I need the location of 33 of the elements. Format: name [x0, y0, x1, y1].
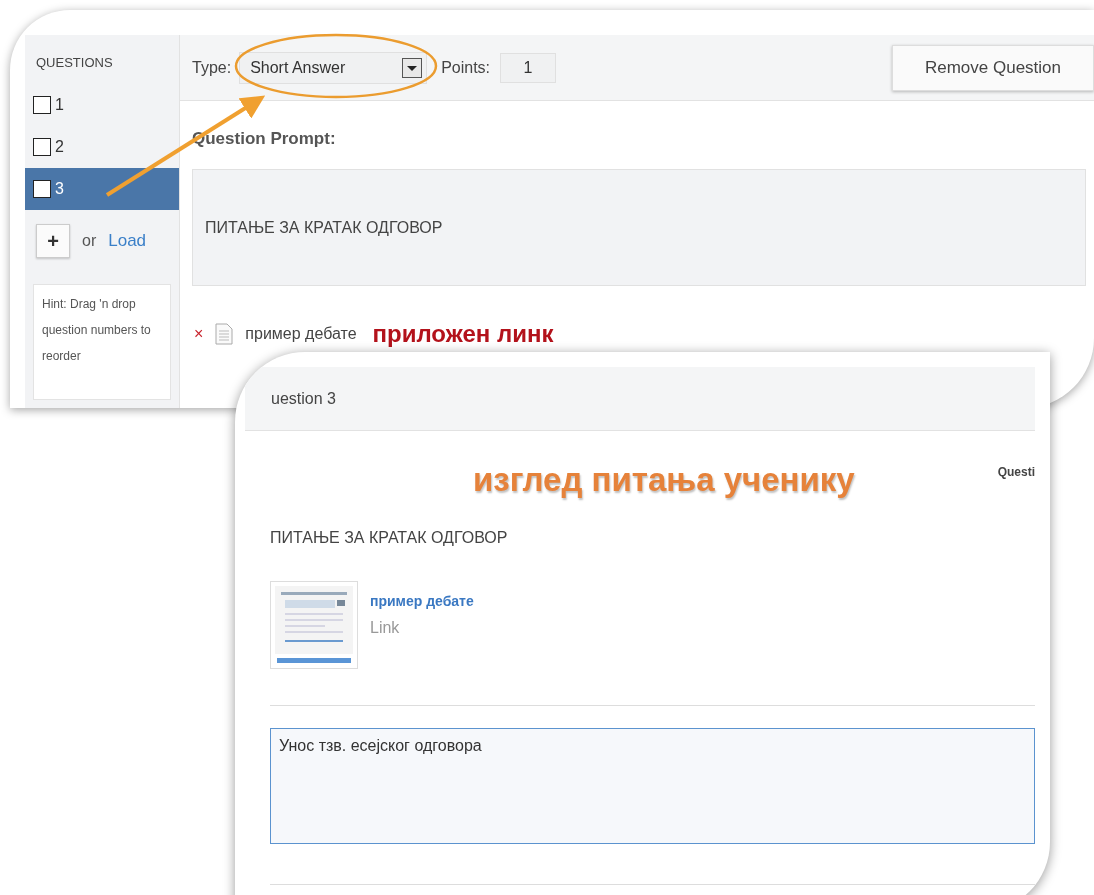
sidebar-title: QUESTIONS	[36, 55, 113, 70]
question-item[interactable]: 1	[25, 84, 179, 126]
question-item[interactable]: 3	[25, 168, 179, 210]
side-label: Questi	[997, 465, 1035, 479]
prompt-text: ПИТАЊЕ ЗА КРАТАК ОДГОВОР	[270, 529, 509, 547]
question-checkbox[interactable]	[33, 180, 51, 198]
document-icon	[215, 323, 234, 345]
link-type-label: Link	[370, 619, 401, 637]
add-question-button[interactable]: +	[36, 224, 70, 258]
dropdown-caret-icon[interactable]	[402, 57, 423, 78]
answer-field[interactable]: Унос тзв. есејског одговора	[270, 728, 1035, 844]
points-field[interactable]: 1	[500, 52, 557, 83]
link-title[interactable]: пример дебате	[370, 593, 474, 609]
question-checkbox[interactable]	[33, 138, 51, 156]
link-thumbnail[interactable]	[270, 581, 358, 669]
question-number: 1	[55, 96, 64, 114]
question-number: 2	[55, 138, 64, 156]
load-link[interactable]: Load	[108, 231, 147, 251]
remove-question-button[interactable]: Remove Question	[892, 44, 1094, 91]
points-label: Points:	[441, 58, 491, 77]
type-select[interactable]: Short Answer	[239, 51, 428, 84]
question-title: uestion 3	[271, 389, 336, 408]
prompt-field[interactable]: ПИТАЊЕ ЗА КРАТАК ОДГОВОР	[192, 169, 1086, 286]
or-text: or	[82, 232, 97, 250]
type-label: Type:	[192, 58, 232, 77]
question-number: 3	[55, 180, 64, 198]
annotation-text: приложен линк	[372, 320, 554, 348]
annotation-heading: изглед питања ученику	[471, 461, 856, 499]
attachment-name[interactable]: пример дебате	[245, 325, 357, 343]
hint-box: Hint: Drag 'n drop question numbers to reorder	[33, 284, 171, 400]
remove-icon[interactable]: ×	[194, 325, 204, 343]
question-item[interactable]: 2	[25, 126, 179, 168]
question-checkbox[interactable]	[33, 96, 51, 114]
